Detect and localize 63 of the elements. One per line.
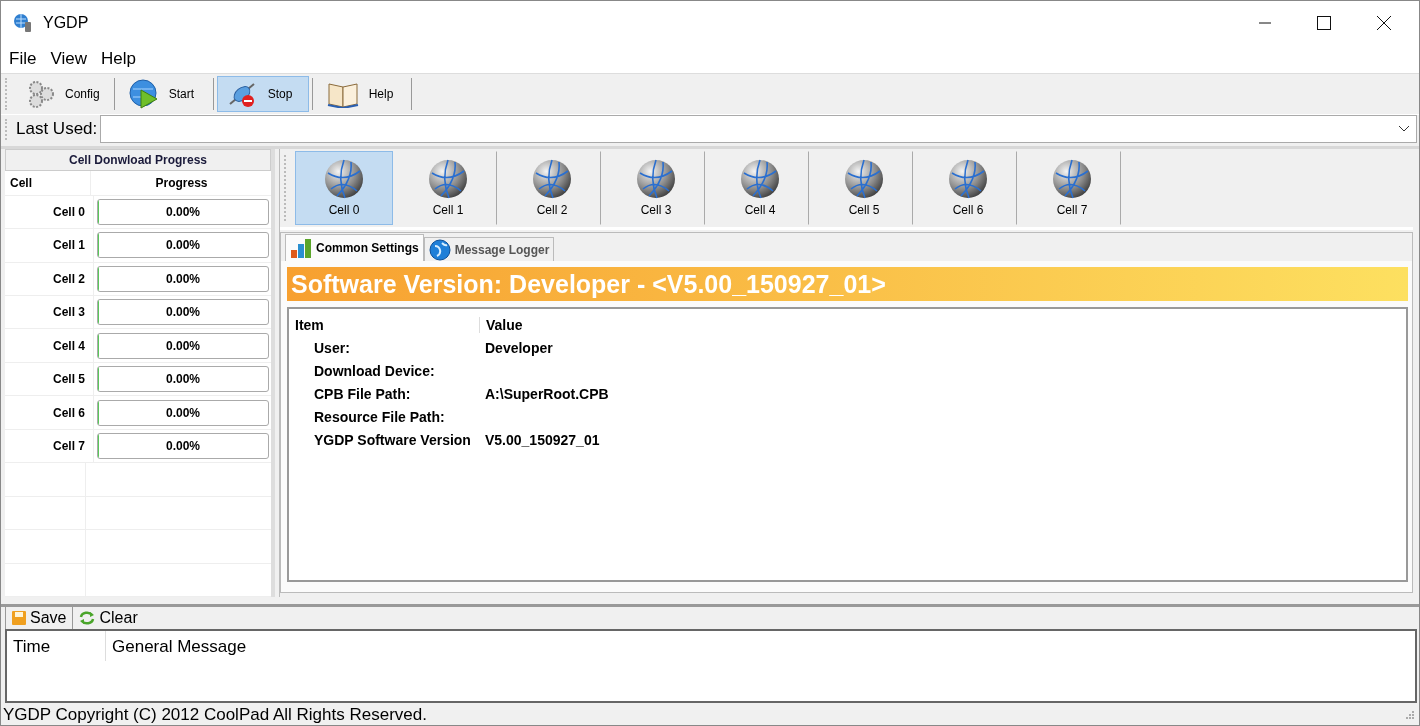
cell-name: Cell 5 xyxy=(5,362,94,396)
cell-name: Cell 4 xyxy=(5,329,94,362)
column-header: Time xyxy=(7,631,106,662)
item-value: Developer xyxy=(484,339,553,356)
last-used-label: Last Used: xyxy=(16,119,98,140)
menu-item[interactable]: View xyxy=(50,48,87,69)
tab[interactable]: Common Settings xyxy=(285,234,424,262)
status-text: YGDP Copyright (C) 2012 CoolPad All Rights Reserved. xyxy=(3,705,427,725)
item-value: A:\SuperRoot.CPB xyxy=(484,385,609,402)
maximize-icon[interactable] xyxy=(1317,15,1331,30)
item-value: V5.00_150927_01 xyxy=(484,431,600,448)
toolbar-button[interactable]: Config xyxy=(16,76,111,113)
cell-name: Cell 1 xyxy=(5,229,94,262)
cell-button[interactable]: Cell 7 xyxy=(1023,151,1121,226)
column-header: General Message xyxy=(111,636,247,658)
book-icon xyxy=(326,80,359,109)
app-globe-icon xyxy=(13,12,33,33)
column-header: Value xyxy=(485,316,523,333)
cell-button[interactable]: Cell 2 xyxy=(503,151,601,226)
globe-icon xyxy=(428,238,451,261)
progress-bar: 0.00% xyxy=(97,198,269,225)
item-label: CPB File Path: xyxy=(313,385,412,402)
resize-grip-icon[interactable] xyxy=(1405,710,1415,720)
cell-name: Cell 7 xyxy=(5,429,94,463)
panel-title: Cell Donwload Progress xyxy=(5,149,271,172)
globe-play-icon xyxy=(128,79,159,110)
cell-name: Cell 2 xyxy=(5,262,94,295)
cell-button[interactable]: Cell 5 xyxy=(815,151,913,226)
item-label: User: xyxy=(313,339,351,356)
refresh-icon xyxy=(79,611,96,626)
cell-button[interactable]: Cell 0 xyxy=(295,151,393,226)
cell-name: Cell 0 xyxy=(5,195,94,229)
progress-bar: 0.00% xyxy=(97,332,269,359)
menu-item[interactable]: File xyxy=(9,48,37,69)
menu-item[interactable]: Help xyxy=(100,48,136,69)
toolbar-button[interactable]: Stop xyxy=(216,76,309,113)
cell-button[interactable]: Cell 6 xyxy=(919,151,1017,226)
toolbar-button[interactable]: Help xyxy=(315,76,408,113)
gears-icon xyxy=(27,79,55,110)
item-label: Resource File Path: xyxy=(313,408,446,425)
column-header: Cell xyxy=(5,171,91,195)
version-banner: Software Version: Developer - <V5.00_150927_01> xyxy=(287,267,1408,302)
chevron-down-icon xyxy=(1398,125,1410,134)
tab[interactable]: Message Logger xyxy=(423,237,555,262)
cell-button[interactable]: Cell 4 xyxy=(711,151,809,226)
progress-bar: 0.00% xyxy=(97,232,269,259)
cell-name: Cell 3 xyxy=(5,296,94,329)
progress-bar: 0.00% xyxy=(97,265,269,292)
cell-button[interactable]: Cell 1 xyxy=(399,151,497,226)
progress-bar: 0.00% xyxy=(97,366,269,393)
progress-bar: 0.00% xyxy=(97,433,269,460)
item-label: Download Device: xyxy=(313,362,436,379)
cell-name: Cell 6 xyxy=(5,396,94,429)
column-header: Item xyxy=(295,316,480,333)
item-label: YGDP Software Version xyxy=(313,431,472,448)
progress-bar: 0.00% xyxy=(97,399,269,426)
window-title: YGDP xyxy=(43,13,89,32)
toolbar-button[interactable]: Start xyxy=(117,76,210,113)
column-header: Progress xyxy=(154,174,209,192)
bar-chart-icon xyxy=(290,238,312,259)
cell-button[interactable]: Cell 3 xyxy=(607,151,705,226)
close-icon[interactable] xyxy=(1377,15,1391,30)
progress-bar: 0.00% xyxy=(97,299,269,326)
